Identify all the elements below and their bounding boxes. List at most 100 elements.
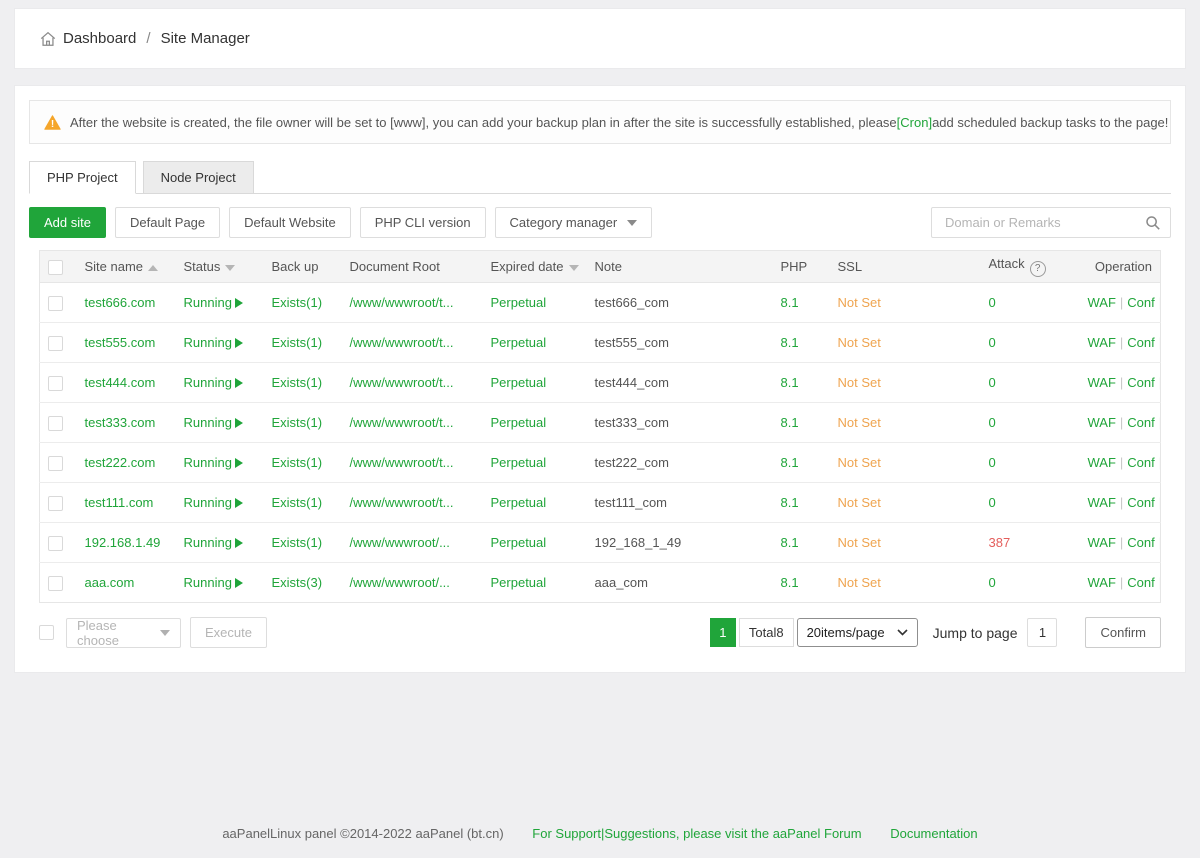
status-cell[interactable]: Running <box>176 323 264 363</box>
site-name-link[interactable]: test666.com <box>85 295 156 310</box>
row-checkbox[interactable] <box>48 456 63 471</box>
note-cell[interactable]: test333_com <box>587 403 773 443</box>
status-cell[interactable]: Running <box>176 283 264 323</box>
expired-date-link[interactable]: Perpetual <box>491 495 547 510</box>
search-icon[interactable] <box>1145 215 1161 231</box>
backup-link[interactable]: Exists(3) <box>272 575 323 590</box>
status-cell[interactable]: Running <box>176 483 264 523</box>
row-checkbox[interactable] <box>48 416 63 431</box>
sort-desc-icon[interactable] <box>225 265 235 271</box>
expired-date-link[interactable]: Perpetual <box>491 375 547 390</box>
expired-date-link[interactable]: Perpetual <box>491 295 547 310</box>
expired-date-link[interactable]: Perpetual <box>491 415 547 430</box>
conf-link[interactable]: Conf <box>1127 575 1154 590</box>
waf-link[interactable]: WAF <box>1088 455 1116 470</box>
row-checkbox[interactable] <box>48 536 63 551</box>
execute-button[interactable]: Execute <box>190 617 267 648</box>
conf-link[interactable]: Conf <box>1127 375 1154 390</box>
waf-link[interactable]: WAF <box>1088 295 1116 310</box>
document-root-link[interactable]: /www/wwwroot/t... <box>350 415 454 430</box>
ssl-link[interactable]: Not Set <box>838 535 881 550</box>
site-name-link[interactable]: test333.com <box>85 415 156 430</box>
default-website-button[interactable]: Default Website <box>229 207 351 238</box>
conf-link[interactable]: Conf <box>1127 495 1154 510</box>
expired-date-link[interactable]: Perpetual <box>491 335 547 350</box>
ssl-link[interactable]: Not Set <box>838 495 881 510</box>
batch-action-select[interactable]: Please choose <box>66 618 181 648</box>
expired-date-link[interactable]: Perpetual <box>491 455 547 470</box>
php-version-link[interactable]: 8.1 <box>781 455 799 470</box>
backup-link[interactable]: Exists(1) <box>272 295 323 310</box>
ssl-link[interactable]: Not Set <box>838 455 881 470</box>
ssl-link[interactable]: Not Set <box>838 575 881 590</box>
backup-link[interactable]: Exists(1) <box>272 335 323 350</box>
col-expired-date[interactable]: Expired date <box>483 251 587 283</box>
sort-desc-icon[interactable] <box>569 265 579 271</box>
php-version-link[interactable]: 8.1 <box>781 375 799 390</box>
site-name-link[interactable]: 192.168.1.49 <box>85 535 161 550</box>
row-checkbox[interactable] <box>48 296 63 311</box>
site-name-link[interactable]: aaa.com <box>85 575 135 590</box>
waf-link[interactable]: WAF <box>1088 495 1116 510</box>
jump-to-page-input[interactable] <box>1027 618 1057 647</box>
row-checkbox[interactable] <box>48 576 63 591</box>
backup-link[interactable]: Exists(1) <box>272 415 323 430</box>
note-cell[interactable]: aaa_com <box>587 563 773 603</box>
backup-link[interactable]: Exists(1) <box>272 495 323 510</box>
items-per-page-select[interactable]: 20items/page <box>797 618 918 647</box>
waf-link[interactable]: WAF <box>1088 415 1116 430</box>
site-name-link[interactable]: test111.com <box>85 495 154 510</box>
document-root-link[interactable]: /www/wwwroot/t... <box>350 495 454 510</box>
tab-node-project[interactable]: Node Project <box>143 161 254 194</box>
confirm-button[interactable]: Confirm <box>1085 617 1161 648</box>
tab-php-project[interactable]: PHP Project <box>29 161 136 194</box>
status-cell[interactable]: Running <box>176 363 264 403</box>
ssl-link[interactable]: Not Set <box>838 295 881 310</box>
document-root-link[interactable]: /www/wwwroot/t... <box>350 335 454 350</box>
waf-link[interactable]: WAF <box>1088 535 1116 550</box>
conf-link[interactable]: Conf <box>1127 415 1154 430</box>
col-site-name[interactable]: Site name <box>77 251 176 283</box>
page-1-button[interactable]: 1 <box>710 618 736 647</box>
note-cell[interactable]: test666_com <box>587 283 773 323</box>
note-cell[interactable]: test555_com <box>587 323 773 363</box>
expired-date-link[interactable]: Perpetual <box>491 535 547 550</box>
site-name-link[interactable]: test222.com <box>85 455 156 470</box>
help-icon[interactable]: ? <box>1030 261 1046 277</box>
document-root-link[interactable]: /www/wwwroot/t... <box>350 375 454 390</box>
batch-select-checkbox[interactable] <box>39 625 54 640</box>
conf-link[interactable]: Conf <box>1127 295 1154 310</box>
conf-link[interactable]: Conf <box>1127 535 1154 550</box>
note-cell[interactable]: 192_168_1_49 <box>587 523 773 563</box>
add-site-button[interactable]: Add site <box>29 207 106 238</box>
note-cell[interactable]: test444_com <box>587 363 773 403</box>
status-cell[interactable]: Running <box>176 523 264 563</box>
php-version-link[interactable]: 8.1 <box>781 295 799 310</box>
waf-link[interactable]: WAF <box>1088 335 1116 350</box>
ssl-link[interactable]: Not Set <box>838 375 881 390</box>
forum-link[interactable]: For Support|Suggestions, please visit th… <box>532 826 861 841</box>
ssl-link[interactable]: Not Set <box>838 415 881 430</box>
select-all-checkbox[interactable] <box>48 260 63 275</box>
status-cell[interactable]: Running <box>176 563 264 603</box>
backup-link[interactable]: Exists(1) <box>272 455 323 470</box>
row-checkbox[interactable] <box>48 336 63 351</box>
default-page-button[interactable]: Default Page <box>115 207 220 238</box>
document-root-link[interactable]: /www/wwwroot/t... <box>350 295 454 310</box>
php-cli-version-button[interactable]: PHP CLI version <box>360 207 486 238</box>
expired-date-link[interactable]: Perpetual <box>491 575 547 590</box>
col-status[interactable]: Status <box>176 251 264 283</box>
breadcrumb-dashboard[interactable]: Dashboard <box>63 30 136 47</box>
category-manager-dropdown[interactable]: Category manager <box>495 207 653 238</box>
waf-link[interactable]: WAF <box>1088 575 1116 590</box>
note-cell[interactable]: test111_com <box>587 483 773 523</box>
php-version-link[interactable]: 8.1 <box>781 535 799 550</box>
backup-link[interactable]: Exists(1) <box>272 535 323 550</box>
php-version-link[interactable]: 8.1 <box>781 495 799 510</box>
document-root-link[interactable]: /www/wwwroot/... <box>350 535 450 550</box>
waf-link[interactable]: WAF <box>1088 375 1116 390</box>
search-input[interactable] <box>943 214 1145 231</box>
conf-link[interactable]: Conf <box>1127 335 1154 350</box>
backup-link[interactable]: Exists(1) <box>272 375 323 390</box>
row-checkbox[interactable] <box>48 496 63 511</box>
